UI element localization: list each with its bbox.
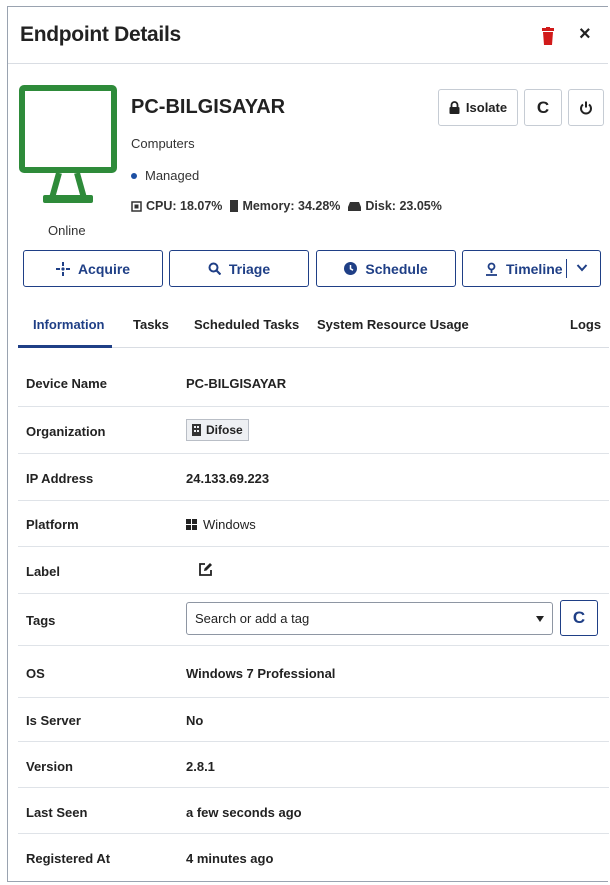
platform-value: Windows (186, 517, 256, 532)
row-label: Registered At (26, 851, 111, 866)
tab-system-resource-usage[interactable]: System Resource Usage (317, 317, 469, 332)
device-name-value: PC-BILGISAYAR (186, 376, 287, 391)
chevron-down-icon[interactable] (576, 260, 588, 276)
panel-title: Endpoint Details (20, 23, 181, 46)
timeline-label: Timeline (506, 260, 563, 277)
info-row-registered-at: Registered At 4 minutes ago (18, 834, 609, 882)
search-icon (208, 262, 221, 275)
organization-value: Difose (186, 419, 249, 441)
tab-scheduled-tasks[interactable]: Scheduled Tasks (194, 317, 299, 332)
row-label: Version (26, 759, 73, 774)
managed-dot-icon (131, 172, 137, 179)
info-row-last-seen: Last Seen a few seconds ago (18, 788, 609, 834)
platform-name: Windows (203, 517, 256, 532)
tab-logs[interactable]: Logs (570, 317, 601, 332)
cpu-icon (131, 200, 142, 212)
close-icon[interactable]: × (579, 24, 591, 44)
row-label: OS (26, 666, 45, 681)
row-label: IP Address (26, 471, 94, 486)
timeline-button[interactable]: Timeline (462, 250, 601, 287)
triage-button[interactable]: Triage (169, 250, 309, 287)
tab-bar: Information Tasks Scheduled Tasks System… (18, 305, 609, 348)
organization-badge[interactable]: Difose (186, 419, 249, 441)
timeline-divider (566, 259, 567, 278)
registered-at-value: 4 minutes ago (186, 851, 274, 866)
info-row-organization: Organization Difose (18, 407, 609, 454)
tag-search-select[interactable]: Search or add a tag (186, 602, 553, 635)
version-value: 2.8.1 (186, 759, 215, 774)
os-value: Windows 7 Professional (186, 666, 336, 681)
row-label: Label (26, 564, 60, 579)
refresh-button[interactable]: C (524, 89, 562, 126)
crosshair-icon (55, 261, 70, 276)
dropdown-arrow-icon (536, 616, 544, 622)
row-label: Is Server (26, 713, 81, 728)
tab-information[interactable]: Information (33, 317, 105, 332)
monitor-icon (19, 85, 117, 203)
is-server-value: No (186, 713, 204, 728)
info-row-version: Version 2.8.1 (18, 742, 609, 788)
memory-icon (230, 200, 239, 212)
organization-name: Difose (206, 423, 243, 437)
building-icon (192, 424, 201, 436)
endpoint-group: Computers (131, 136, 195, 151)
refresh-icon: C (572, 608, 586, 627)
edit-icon[interactable] (198, 562, 213, 577)
lock-icon (449, 101, 460, 114)
isolate-button[interactable]: Isolate (438, 89, 518, 126)
acquire-label: Acquire (77, 260, 131, 277)
endpoint-name: PC-BILGISAYAR (131, 96, 286, 118)
schedule-button[interactable]: Schedule (316, 250, 456, 287)
row-label: Device Name (26, 376, 107, 391)
row-label: Tags (26, 613, 56, 628)
info-row-platform: Platform Windows (18, 501, 609, 547)
refresh-icon: C (536, 97, 550, 117)
endpoint-details-panel: Endpoint Details × Online PC-BILGISAYAR … (7, 6, 609, 882)
row-label: Last Seen (26, 805, 88, 820)
disk-icon (348, 201, 362, 211)
endpoint-status: Online (48, 223, 86, 238)
info-row-os: OS Windows 7 Professional (18, 646, 609, 698)
clock-icon (344, 262, 358, 275)
acquire-button[interactable]: Acquire (23, 250, 163, 287)
power-button[interactable] (568, 89, 604, 126)
info-row-device-name: Device Name PC-BILGISAYAR (18, 359, 609, 407)
tags-refresh-button[interactable]: C (560, 600, 598, 636)
triage-label: Triage (228, 260, 271, 277)
tab-tasks[interactable]: Tasks (133, 317, 169, 332)
power-icon (580, 101, 592, 114)
last-seen-value: a few seconds ago (186, 805, 302, 820)
ip-address-value: 24.133.69.223 (186, 471, 270, 486)
panel-header: Endpoint Details × (8, 7, 608, 64)
schedule-label: Schedule (365, 260, 428, 277)
managed-label: Managed (145, 168, 200, 183)
info-row-ip-address: IP Address 24.133.69.223 (18, 454, 609, 501)
resource-stats: CPU: 18.07% Memory: 34.28% Disk: 23.05% (131, 199, 442, 213)
info-row-tags: Tags Search or add a tag C (18, 594, 609, 646)
row-label: Organization (26, 424, 106, 439)
managed-status: Managed (131, 168, 199, 183)
memory-stat: Memory: 34.28% (242, 199, 341, 213)
info-row-is-server: Is Server No (18, 698, 609, 742)
info-row-label: Label (18, 547, 609, 594)
row-label: Platform (26, 517, 79, 532)
tag-search-placeholder: Search or add a tag (195, 611, 310, 626)
isolate-label: Isolate (465, 100, 508, 115)
trash-icon[interactable] (540, 27, 556, 45)
cpu-stat: CPU: 18.07% (146, 199, 223, 213)
windows-icon (186, 519, 197, 530)
active-tab-indicator (18, 345, 112, 348)
disk-stat: Disk: 23.05% (365, 199, 442, 213)
pin-icon (486, 262, 497, 276)
